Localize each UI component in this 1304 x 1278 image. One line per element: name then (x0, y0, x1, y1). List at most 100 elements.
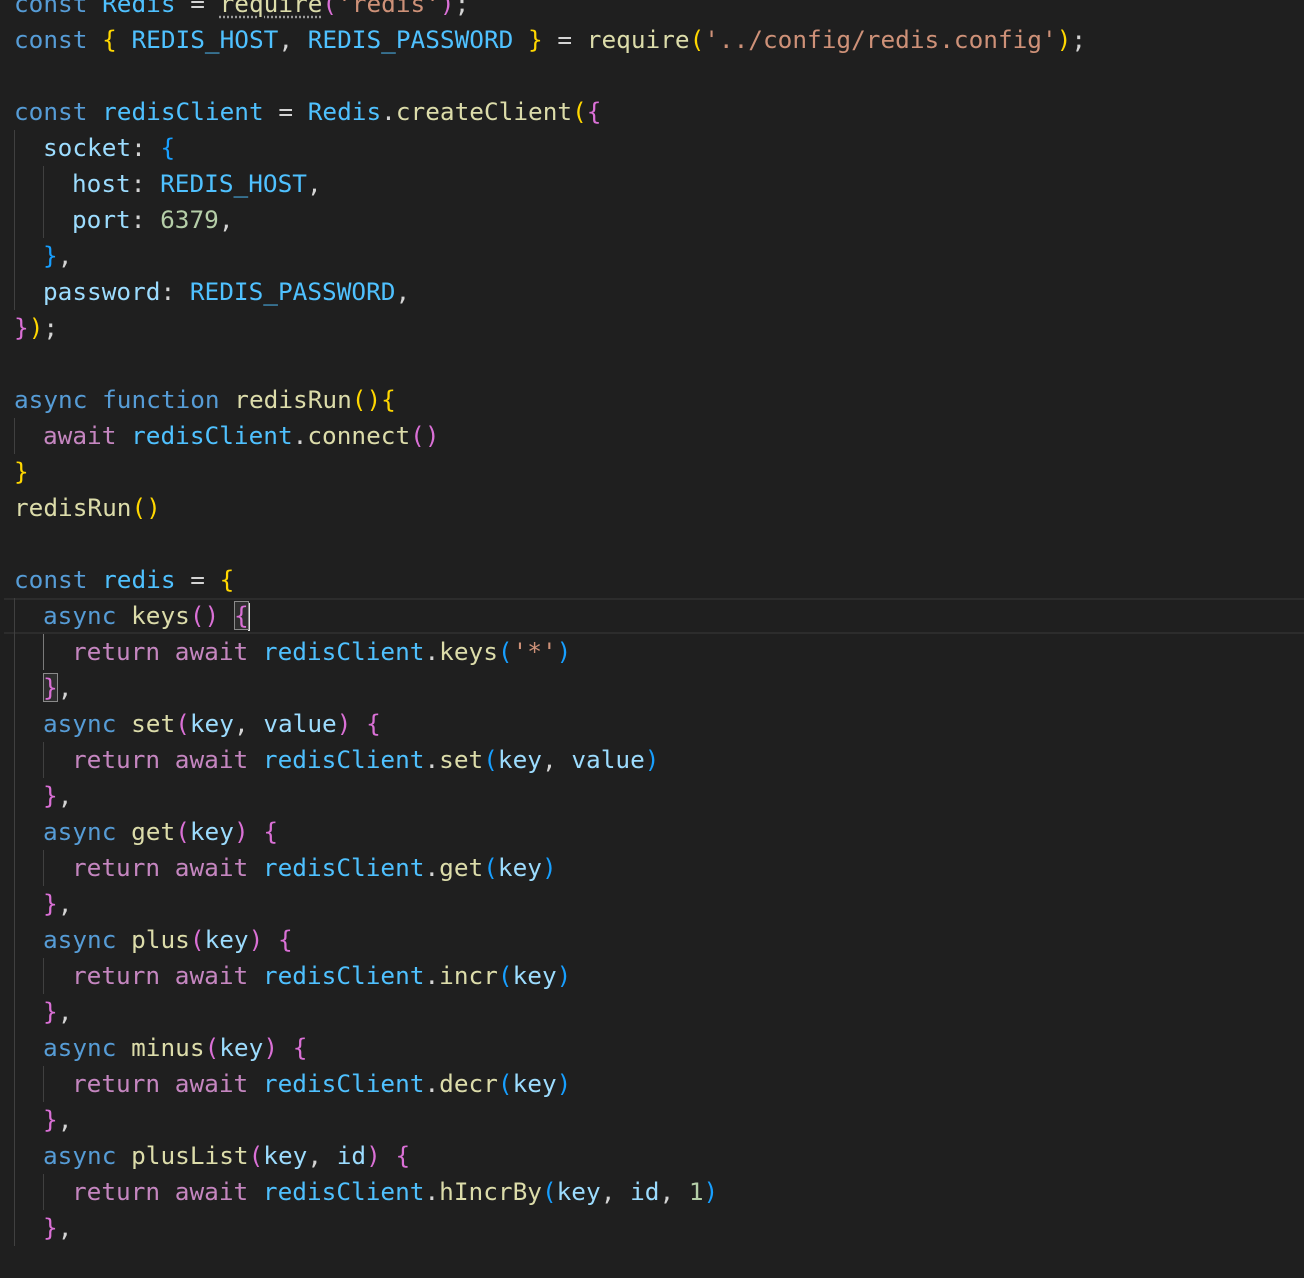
code-line[interactable] (14, 526, 1304, 562)
code-line[interactable]: }); (14, 310, 1304, 346)
code-line[interactable]: const { REDIS_HOST, REDIS_PASSWORD } = r… (14, 22, 1304, 58)
indent-guide (14, 1102, 15, 1138)
code-line[interactable]: async minus(key) { (14, 1030, 1304, 1066)
code-token: { (292, 1033, 308, 1062)
code-line[interactable]: const Redis = require('redis'); (14, 0, 1304, 22)
code-line[interactable]: } (14, 454, 1304, 490)
code-token: } (14, 457, 29, 486)
code-token: { (586, 97, 602, 126)
code-token: { (233, 601, 249, 630)
line-content: }, (43, 673, 72, 702)
code-token: get (439, 853, 484, 882)
code-line[interactable] (14, 58, 1304, 94)
code-line[interactable]: return await redisClient.set(key, value) (14, 742, 1304, 778)
code-token: id (336, 1141, 367, 1170)
code-token: } (43, 241, 58, 270)
code-token: . (292, 421, 308, 450)
code-line[interactable]: async plus(key) { (14, 922, 1304, 958)
code-line[interactable]: async plusList(key, id) { (14, 1138, 1304, 1174)
code-line[interactable]: }, (14, 1102, 1304, 1138)
code-token: const (14, 0, 88, 18)
code-token: return (72, 745, 161, 774)
code-token: ; (1071, 25, 1087, 54)
code-line[interactable]: return await redisClient.decr(key) (14, 1066, 1304, 1102)
code-token: } (43, 1213, 58, 1242)
code-line[interactable]: }, (14, 994, 1304, 1030)
line-content: return await redisClient.decr(key) (72, 1069, 571, 1098)
line-content: socket: { (43, 133, 175, 162)
code-line[interactable]: host: REDIS_HOST, (14, 166, 1304, 202)
code-line[interactable]: socket: { (14, 130, 1304, 166)
code-editor[interactable]: const Redis = require('redis'); const { R… (0, 0, 1304, 1278)
code-token: { (160, 133, 176, 162)
code-token: , (57, 241, 73, 270)
indent-guide (43, 1174, 44, 1210)
code-line[interactable]: await redisClient.connect() (14, 418, 1304, 454)
code-token: ) (556, 1069, 572, 1098)
code-token: return (72, 1069, 161, 1098)
code-token: redisClient (262, 745, 425, 774)
code-token: () (351, 385, 382, 414)
code-lines[interactable]: const Redis = require('redis'); const { R… (4, 0, 1304, 1246)
code-token: , (57, 997, 73, 1026)
code-line[interactable]: }, (14, 670, 1304, 706)
code-line[interactable]: }, (14, 886, 1304, 922)
code-line[interactable]: password: REDIS_PASSWORD, (14, 274, 1304, 310)
code-line[interactable]: return await redisClient.hIncrBy(key, id… (14, 1174, 1304, 1210)
indent-guide (14, 1174, 15, 1210)
code-line[interactable]: }, (14, 1210, 1304, 1246)
line-content: }, (43, 1213, 72, 1242)
code-token: async (43, 1033, 117, 1062)
code-token: redisRun (14, 493, 132, 522)
line-content: async get(key) { (43, 817, 278, 846)
line-content: port: 6379, (72, 205, 234, 234)
code-line[interactable]: async set(key, value) { (14, 706, 1304, 742)
code-token: ( (175, 709, 190, 738)
code-token: : (130, 205, 161, 234)
code-line[interactable] (14, 346, 1304, 382)
code-line[interactable]: const redis = { (14, 562, 1304, 598)
indent-guide (14, 814, 15, 850)
code-token: , (218, 205, 234, 234)
indent-guide (43, 166, 44, 202)
code-token: key (189, 709, 234, 738)
code-token: minus (131, 1033, 205, 1062)
indent-guide (14, 238, 15, 274)
code-line[interactable]: }, (14, 778, 1304, 814)
code-token: = (263, 97, 308, 126)
code-line[interactable]: return await redisClient.keys('*') (14, 634, 1304, 670)
code-line[interactable]: async function redisRun(){ (14, 382, 1304, 418)
line-content: } (14, 457, 29, 486)
code-line[interactable]: port: 6379, (14, 202, 1304, 238)
code-token: ( (572, 97, 587, 126)
code-line[interactable]: const redisClient = Redis.createClient({ (14, 94, 1304, 130)
code-token: key (512, 961, 557, 990)
code-line[interactable]: async keys() { (4, 598, 1304, 634)
code-line[interactable]: return await redisClient.get(key) (14, 850, 1304, 886)
code-token: { (381, 385, 396, 414)
line-content: return await redisClient.hIncrBy(key, id… (72, 1177, 718, 1206)
code-token: Redis (102, 0, 176, 18)
indent-guide (43, 634, 44, 670)
code-token: , (659, 1177, 689, 1206)
code-line[interactable]: async get(key) { (14, 814, 1304, 850)
code-line[interactable]: redisRun() (14, 490, 1304, 526)
code-token: redisClient (262, 1069, 425, 1098)
indent-guide (14, 922, 15, 958)
indent-guide (14, 850, 15, 886)
code-line[interactable]: }, (14, 238, 1304, 274)
code-token: , (600, 1177, 631, 1206)
code-token: return (72, 637, 161, 666)
code-token: { (102, 25, 117, 54)
code-token: ) (703, 1177, 719, 1206)
code-token: , (57, 1213, 73, 1242)
line-content: const redisClient = Redis.createClient({ (14, 97, 601, 126)
code-line[interactable]: return await redisClient.incr(key) (14, 958, 1304, 994)
line-content: return await redisClient.incr(key) (72, 961, 571, 990)
